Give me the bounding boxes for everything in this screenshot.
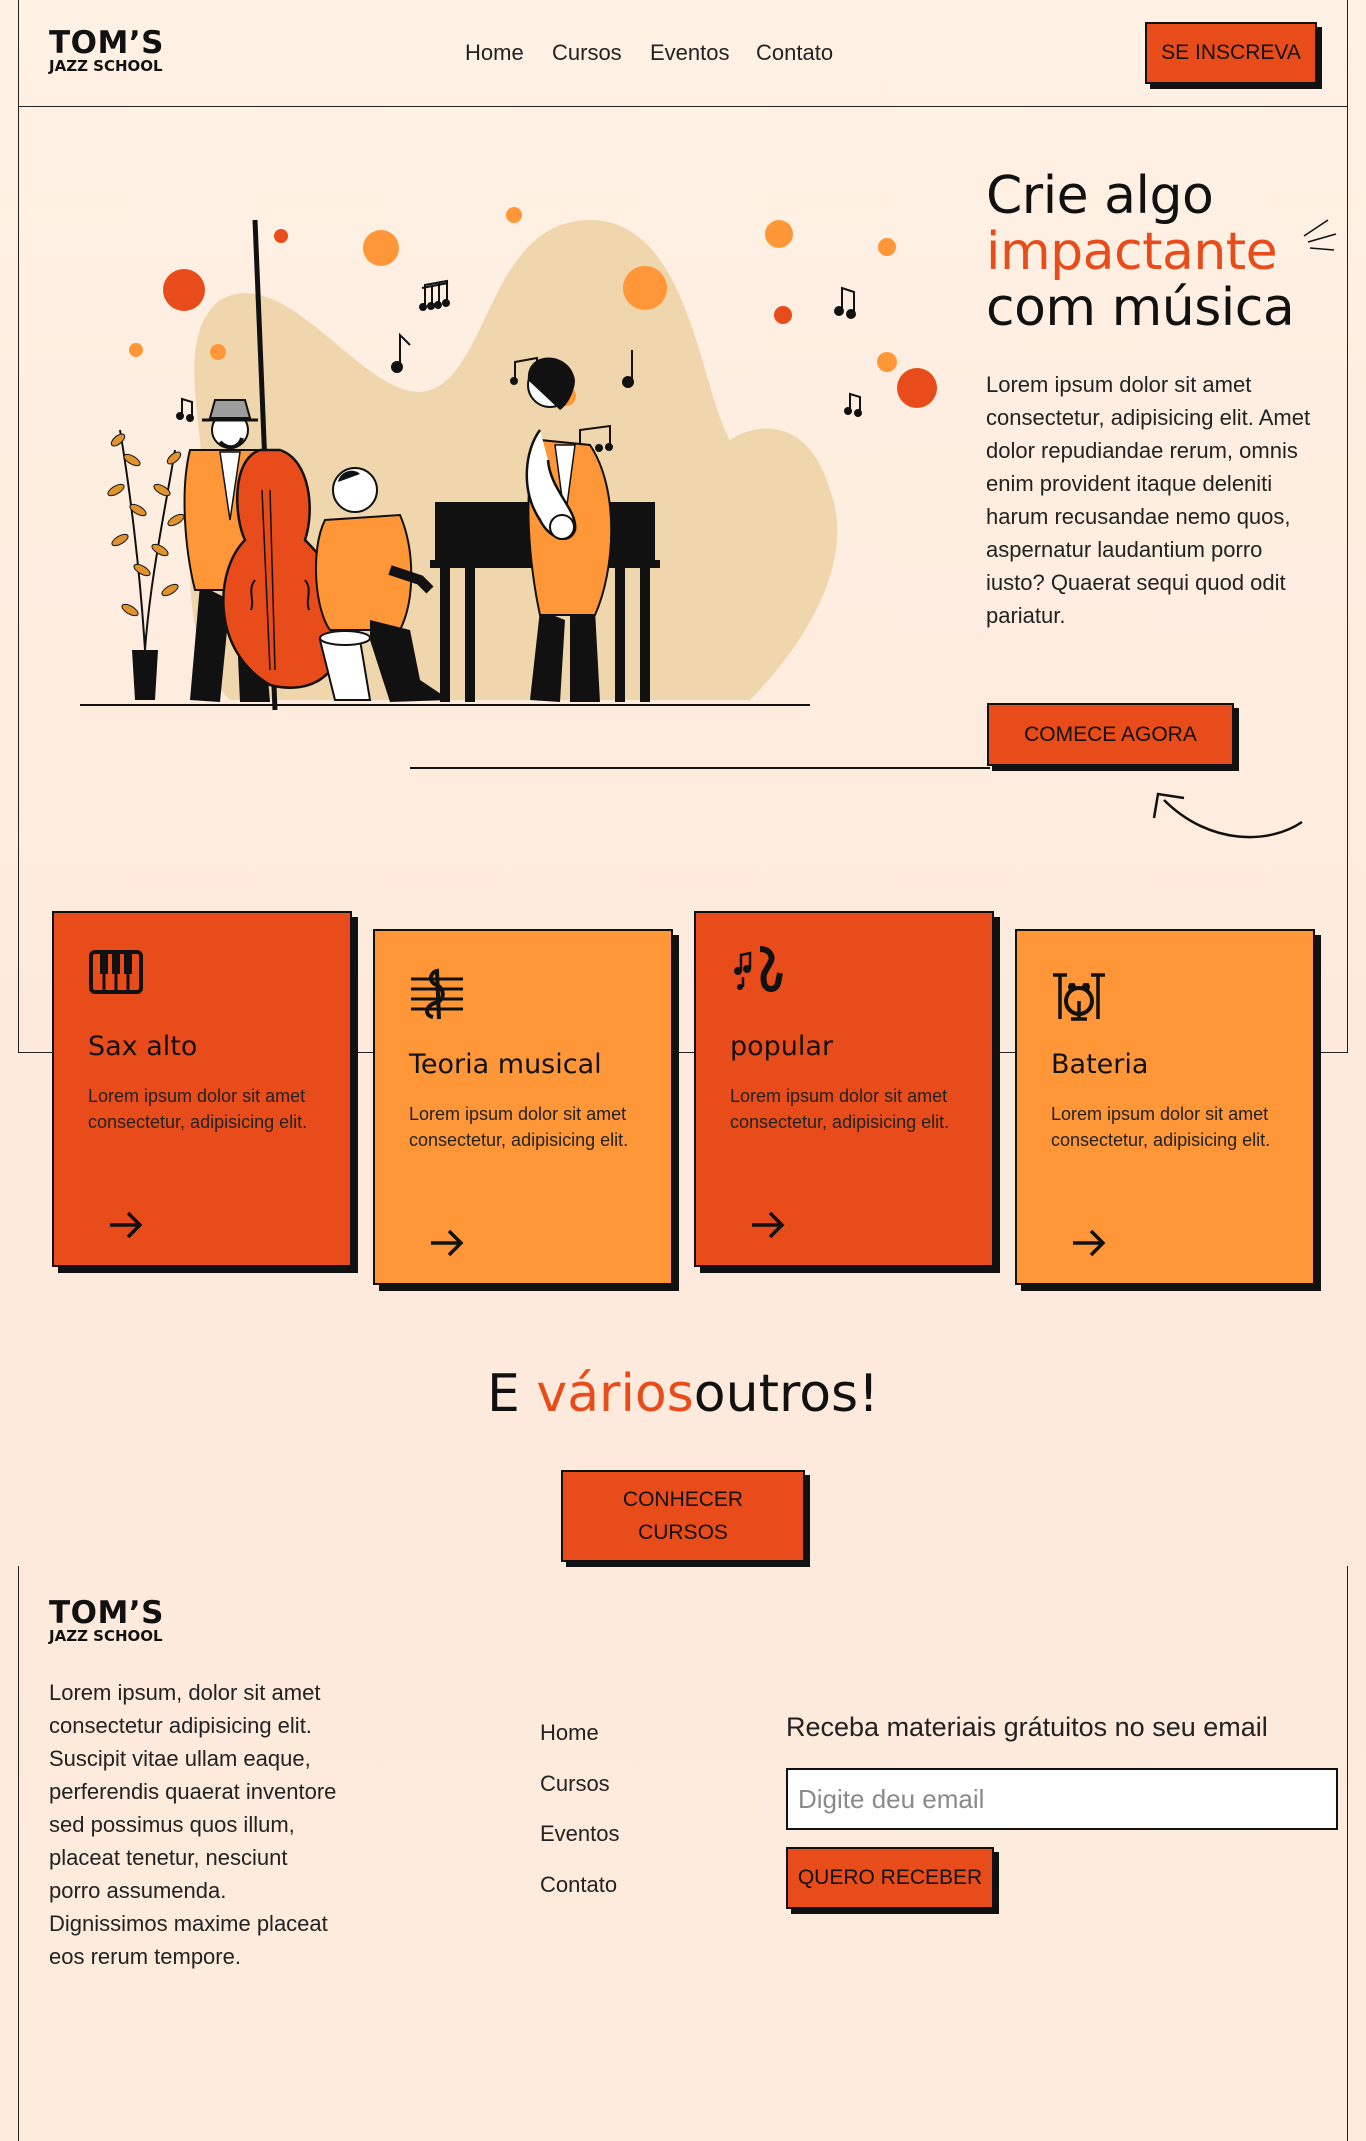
outros-heading: E váriosoutros!: [0, 1364, 1366, 1424]
outros-accent: vários: [536, 1364, 694, 1424]
hero-title-line3: com música: [986, 278, 1295, 338]
card-text: Lorem ipsum dolor sit amet consectetur, …: [1051, 1104, 1271, 1150]
outros-suffix: outros!: [693, 1364, 879, 1424]
card-title: Teoria musical: [409, 1049, 602, 1080]
arrow-right-icon[interactable]: [748, 1205, 788, 1245]
card-title: Bateria: [1051, 1049, 1149, 1080]
sparkle-lines-icon: [1303, 219, 1337, 251]
course-card-bateria[interactable]: Bateria Lorem ipsum dolor sit amet conse…: [1015, 929, 1315, 1285]
treble-clef-staff-icon: [411, 968, 463, 1020]
card-title: Sax alto: [88, 1031, 198, 1062]
explore-courses-button[interactable]: CONHECER CURSOS: [561, 1470, 805, 1562]
arrow-right-icon[interactable]: [106, 1205, 146, 1245]
logo[interactable]: TOM’S JAZZ SCHOOL: [49, 28, 164, 74]
card-text: Lorem ipsum dolor sit amet consectetur, …: [730, 1086, 950, 1132]
start-now-button[interactable]: COMECE AGORA: [987, 703, 1234, 766]
piano-keys-icon: [89, 950, 143, 994]
footer-description: Lorem ipsum, dolor sit amet consectetur …: [49, 1680, 337, 1969]
newsletter-title: Receba materiais grátuitos no seu email: [786, 1712, 1268, 1742]
course-card-teoria-musical[interactable]: Teoria musical Lorem ipsum dolor sit ame…: [373, 929, 673, 1285]
nav-cursos[interactable]: Cursos: [552, 40, 622, 66]
footer-logo-sub-text: JAZZ SCHOOL: [49, 1627, 163, 1645]
hero-title-line1: Crie algo: [986, 166, 1214, 226]
hero-divider-line: [410, 767, 990, 769]
subscribe-button[interactable]: QUERO RECEBER: [786, 1847, 994, 1909]
footer-logo[interactable]: TOM’S JAZZ SCHOOL: [49, 1598, 164, 1644]
card-text: Lorem ipsum dolor sit amet consectetur, …: [88, 1086, 308, 1132]
course-card-sax-alto[interactable]: Sax alto Lorem ipsum dolor sit amet cons…: [52, 911, 352, 1267]
drum-kit-icon: [1053, 973, 1105, 1021]
nav-contato[interactable]: Contato: [756, 40, 833, 66]
card-title: popular: [730, 1031, 834, 1062]
saxophone-notes-icon: [734, 946, 783, 992]
hero-title: Crie algo impactante com música: [986, 166, 1295, 338]
email-field[interactable]: [786, 1768, 1338, 1830]
curved-arrow-icon: [1152, 792, 1303, 839]
hero-description: Lorem ipsum dolor sit amet consectetur, …: [986, 372, 1311, 628]
logo-sub-text: JAZZ SCHOOL: [49, 57, 163, 75]
course-card-popular[interactable]: popular Lorem ipsum dolor sit amet conse…: [694, 911, 994, 1267]
nav-home[interactable]: Home: [465, 40, 524, 66]
arrow-right-icon[interactable]: [1069, 1223, 1109, 1263]
footer-link-home[interactable]: Home: [540, 1720, 599, 1746]
card-text: Lorem ipsum dolor sit amet consectetur, …: [409, 1104, 629, 1150]
footer-link-contato[interactable]: Contato: [540, 1872, 617, 1898]
arrow-right-icon[interactable]: [427, 1223, 467, 1263]
nav-eventos[interactable]: Eventos: [650, 40, 730, 66]
jazz-band-illustration: [80, 207, 937, 711]
outros-prefix: E: [487, 1364, 537, 1424]
logo-main-text: TOM’S: [49, 25, 164, 61]
footer-logo-main-text: TOM’S: [49, 1595, 164, 1631]
footer-link-eventos[interactable]: Eventos: [540, 1821, 620, 1847]
hero-title-accent: impactante: [986, 222, 1278, 282]
footer-link-cursos[interactable]: Cursos: [540, 1771, 610, 1797]
signup-button[interactable]: SE INSCREVA: [1145, 22, 1317, 84]
